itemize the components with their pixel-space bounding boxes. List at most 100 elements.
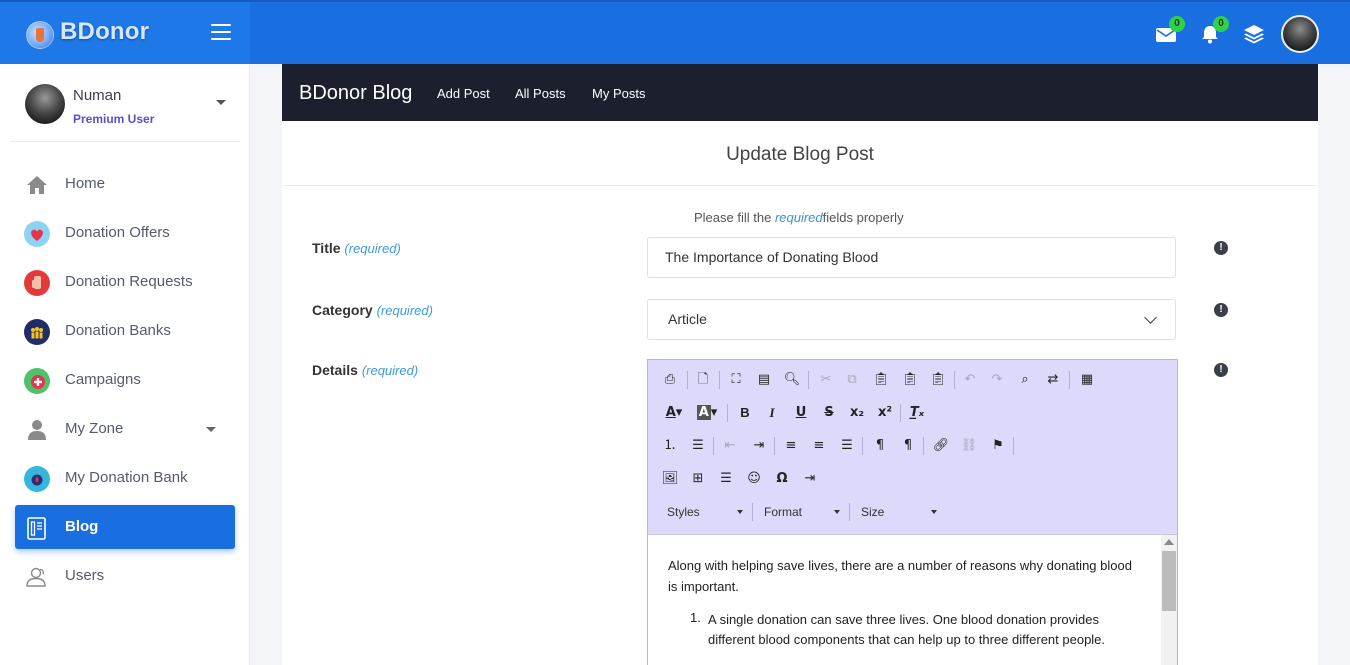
chevron-down-icon xyxy=(1144,311,1157,324)
user-icon xyxy=(24,417,50,443)
justify-icon[interactable]: ☰ xyxy=(838,437,856,455)
sidebar-item-label: Blog xyxy=(65,518,99,535)
profile-panel: Numan Premium User xyxy=(10,64,240,142)
copy-icon[interactable]: ⧉ xyxy=(843,371,861,389)
editor-toolbar: ⎙ 🗋 ⛶ ▤ 🔍︎ ✂ ⧉ 📋︎ 📋︎ 📋︎ ↶ ↷ ⌕ ⇄ ▦ A▾ A ▾ … xyxy=(648,360,1177,534)
title-input[interactable]: The Importance of Donating Blood xyxy=(647,237,1176,278)
rtl-icon[interactable]: ¶ xyxy=(899,437,917,455)
maximize-icon[interactable]: ⛶ xyxy=(727,371,745,389)
sidebar-item-label: Donation Requests xyxy=(65,273,193,290)
brand-name: BDonor xyxy=(60,18,150,45)
sidebar-item-campaigns[interactable]: Campaigns xyxy=(15,358,235,402)
italic-icon[interactable]: I xyxy=(763,404,781,422)
smiley-icon[interactable]: ☺ xyxy=(745,470,763,488)
campaign-icon xyxy=(24,368,50,394)
nav-link-add-post[interactable]: Add Post xyxy=(437,86,490,101)
redo-icon[interactable]: ↷ xyxy=(988,371,1006,389)
find-icon[interactable]: ⌕ xyxy=(1016,371,1034,389)
paste-text-icon[interactable]: 📋︎ xyxy=(901,371,919,389)
sidebar-item-users[interactable]: Users xyxy=(15,554,235,598)
sidebar-item-donation-banks[interactable]: Donation Banks xyxy=(15,309,235,353)
paste-word-icon[interactable]: 📋︎ xyxy=(929,371,947,389)
table-icon[interactable]: ⊞ xyxy=(689,470,707,488)
ltr-icon[interactable]: ¶ xyxy=(871,437,889,455)
strikethrough-icon[interactable]: S xyxy=(820,404,838,422)
align-right-icon[interactable]: ≡ xyxy=(810,437,828,455)
sidebar-item-label: Donation Offers xyxy=(65,224,170,241)
update-post-card: Update Blog Post Please fill the require… xyxy=(282,121,1318,665)
sidebar-item-my-donation-bank[interactable]: My Donation Bank xyxy=(15,456,235,500)
bold-icon[interactable]: B xyxy=(736,404,754,422)
size-dropdown[interactable]: Size xyxy=(861,501,941,523)
unlink-icon[interactable]: ⛓ xyxy=(960,437,978,455)
blog-brand[interactable]: BDonor Blog xyxy=(299,82,412,105)
text-color-icon[interactable]: A▾ xyxy=(661,404,687,422)
profile-dropdown-icon[interactable] xyxy=(216,100,226,105)
subscript-icon[interactable]: x₂ xyxy=(848,404,866,422)
toolbar-separator xyxy=(1069,371,1070,389)
preview-icon[interactable]: 🔍︎ xyxy=(783,371,801,389)
category-select[interactable]: Article xyxy=(647,299,1176,340)
indent-icon[interactable]: ⇥ xyxy=(750,437,768,455)
image-icon[interactable]: 🖼︎ xyxy=(661,470,679,488)
sidebar-item-my-zone[interactable]: My Zone xyxy=(15,407,235,451)
user-avatar[interactable] xyxy=(1281,15,1319,53)
show-blocks-icon[interactable]: ▤ xyxy=(755,371,773,389)
select-all-icon[interactable]: ▦ xyxy=(1078,371,1096,389)
bell-icon[interactable]: 0 xyxy=(1199,16,1229,44)
sidebar-item-donation-requests[interactable]: Donation Requests xyxy=(15,260,235,304)
toolbar-separator xyxy=(923,437,924,455)
profile-avatar xyxy=(25,84,65,124)
editor-content-area[interactable]: Along with helping save lives, there are… xyxy=(648,534,1177,665)
sidebar-item-home[interactable]: Home xyxy=(15,162,235,206)
combo-label: Size xyxy=(861,505,885,519)
horizontal-line-icon[interactable]: ☰ xyxy=(717,470,735,488)
bell-badge: 0 xyxy=(1213,16,1229,32)
replace-icon[interactable]: ⇄ xyxy=(1044,371,1062,389)
special-char-icon[interactable]: Ω xyxy=(773,470,791,488)
hint-required: required xyxy=(774,210,823,225)
underline-icon[interactable]: U xyxy=(792,404,810,422)
numbered-list-icon[interactable]: ⒈ xyxy=(661,437,679,455)
toolbar-separator xyxy=(900,404,901,422)
toolbar-separator xyxy=(862,437,863,455)
format-dropdown[interactable]: Format xyxy=(764,501,844,523)
my-bank-icon xyxy=(24,466,50,492)
brand-logo-icon xyxy=(26,21,54,49)
undo-icon[interactable]: ↶ xyxy=(961,371,979,389)
details-label: Details (required) xyxy=(312,362,418,378)
superscript-icon[interactable]: x² xyxy=(876,404,894,422)
rich-text-editor: ⎙ 🗋 ⛶ ▤ 🔍︎ ✂ ⧉ 📋︎ 📋︎ 📋︎ ↶ ↷ ⌕ ⇄ ▦ A▾ A ▾ … xyxy=(647,359,1178,665)
nav-link-all-posts[interactable]: All Posts xyxy=(515,86,566,101)
scroll-up-icon[interactable] xyxy=(1164,539,1174,545)
remove-format-icon[interactable]: T̲ₓ xyxy=(908,404,926,422)
envelope-icon[interactable]: 0 xyxy=(1155,16,1185,44)
layers-icon[interactable] xyxy=(1243,24,1265,44)
bank-icon xyxy=(24,319,50,345)
page-break-icon[interactable]: ⇥ xyxy=(801,470,819,488)
info-icon[interactable]: ! xyxy=(1214,241,1228,255)
anchor-flag-icon[interactable]: ⚑ xyxy=(989,437,1007,455)
sidebar-item-blog[interactable]: Blog xyxy=(15,505,235,549)
link-icon[interactable]: 🔗︎ xyxy=(932,437,950,455)
info-icon[interactable]: ! xyxy=(1214,363,1228,377)
toolbar-separator xyxy=(727,404,728,422)
align-center-icon[interactable]: ≡ xyxy=(782,437,800,455)
profile-name: Numan xyxy=(73,87,122,104)
print-icon[interactable]: ⎙ xyxy=(661,371,679,389)
menu-toggle-icon[interactable] xyxy=(211,24,231,40)
sidebar-item-donation-offers[interactable]: Donation Offers xyxy=(15,211,235,255)
scroll-thumb[interactable] xyxy=(1162,551,1176,611)
outdent-icon[interactable]: ⇤ xyxy=(721,437,739,455)
nav-link-my-posts[interactable]: My Posts xyxy=(592,86,645,101)
bulleted-list-icon[interactable]: ☰ xyxy=(689,437,707,455)
editor-scrollbar[interactable] xyxy=(1161,535,1177,665)
heart-offer-icon xyxy=(24,221,50,247)
styles-dropdown[interactable]: Styles xyxy=(667,501,747,523)
background-color-icon[interactable]: A ▾ xyxy=(694,404,720,422)
info-icon[interactable]: ! xyxy=(1214,303,1228,317)
new-page-icon[interactable]: 🗋 xyxy=(694,371,712,389)
cut-icon[interactable]: ✂ xyxy=(817,371,835,389)
paste-icon[interactable]: 📋︎ xyxy=(872,371,890,389)
profile-role: Premium User xyxy=(73,112,155,126)
